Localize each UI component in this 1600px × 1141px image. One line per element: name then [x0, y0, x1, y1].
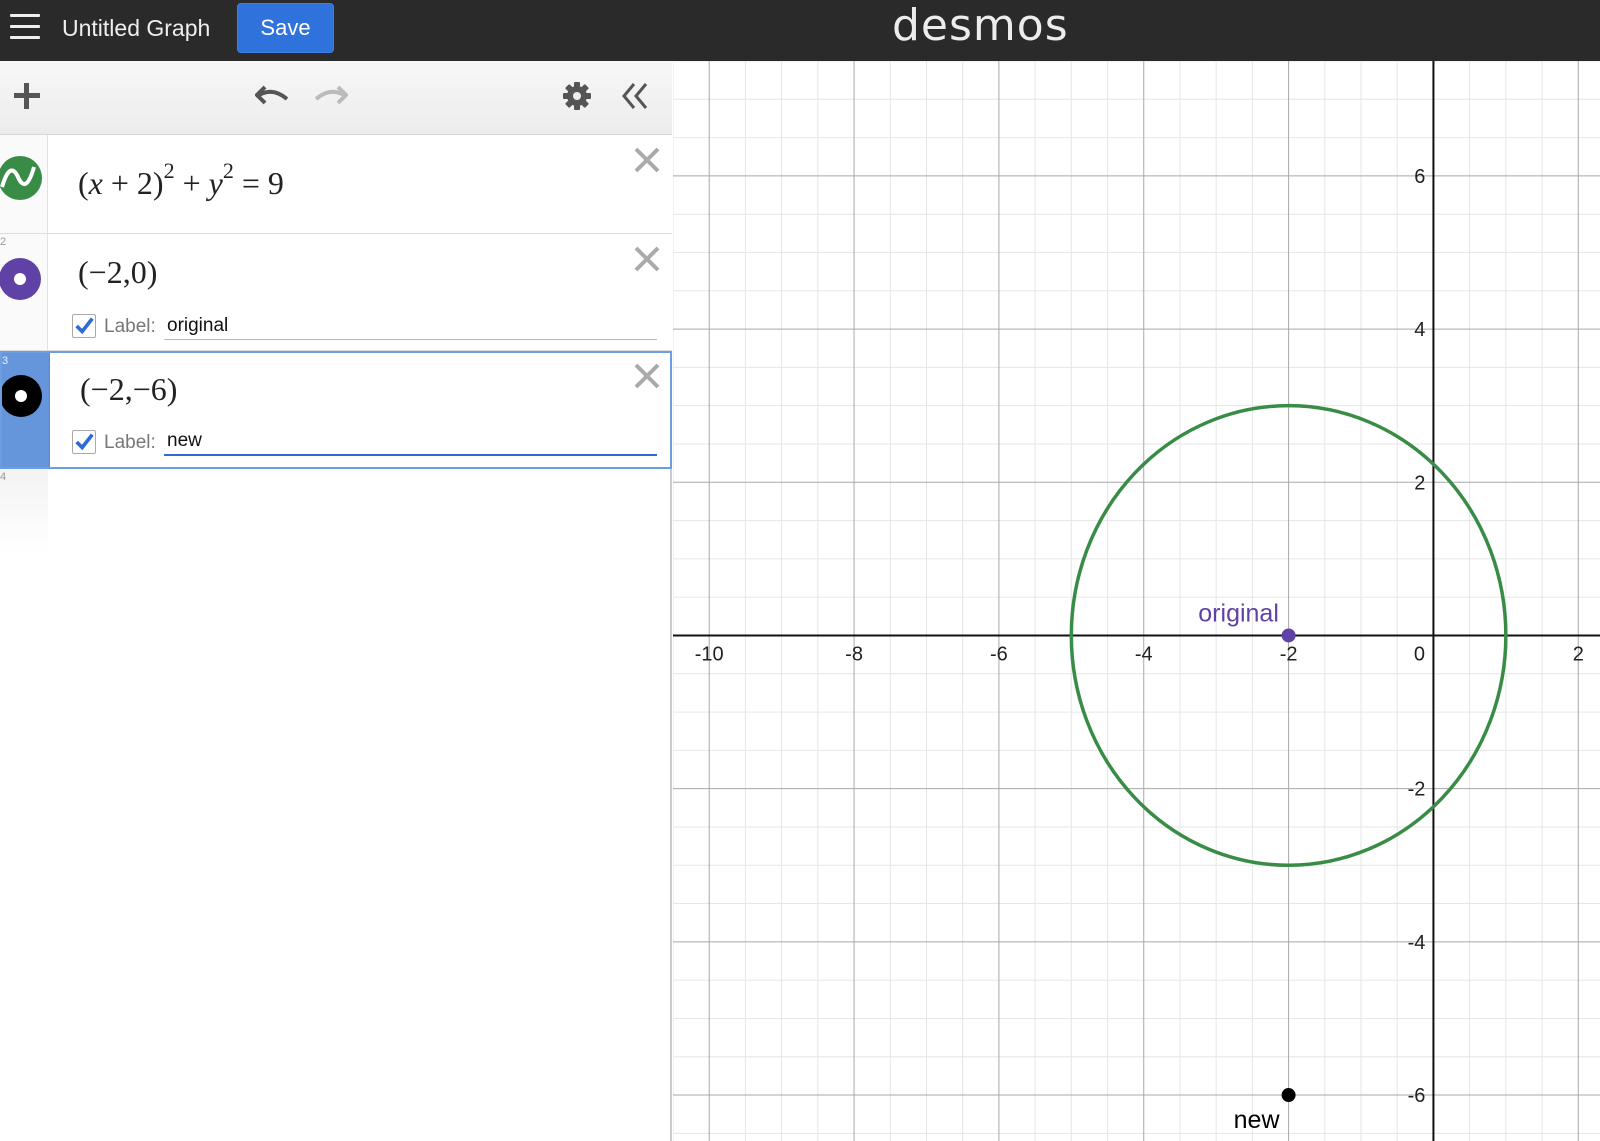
close-icon[interactable]: [632, 244, 662, 274]
expression-index: 4: [0, 471, 7, 483]
redo-icon[interactable]: [312, 81, 348, 111]
expression-index: 3: [2, 355, 9, 367]
graph-canvas[interactable]: -10 -8 -6 -4 -2 0 2 6 4 2 -2 -4 -6 original new: [673, 61, 1600, 1141]
expression-index: 2: [0, 236, 7, 248]
gear-icon[interactable]: [562, 81, 592, 111]
new-expression-gutter[interactable]: 4: [0, 469, 48, 555]
expression-math[interactable]: (−2,−6): [80, 371, 177, 408]
graph-wave-icon[interactable]: [0, 155, 42, 201]
close-icon[interactable]: [632, 145, 662, 175]
expression-panel: (x + 2)2 + y2 = 9 2 (−2,0) Label: 3: [0, 61, 672, 1141]
expression-math[interactable]: (x + 2)2 + y2 = 9: [78, 160, 284, 202]
x-tick-label: -4: [1135, 643, 1153, 665]
expression-gutter[interactable]: 2: [0, 234, 48, 350]
label-row: Label:: [72, 312, 657, 340]
y-tick-label: 6: [1414, 166, 1425, 188]
label-caption: Label:: [104, 432, 156, 453]
y-tick-label: -4: [1408, 932, 1426, 954]
minor-gridlines: [673, 61, 1600, 1141]
menu-icon[interactable]: [10, 14, 40, 40]
tick-labels: -10 -8 -6 -4 -2 0 2 6 4 2 -2 -4 -6: [695, 166, 1584, 1107]
label-caption: Label:: [104, 316, 156, 337]
graph-title[interactable]: Untitled Graph: [62, 15, 210, 42]
point-new: [1281, 1088, 1296, 1103]
desmos-logo: desmos: [892, 0, 1069, 51]
point-label-original: original: [1198, 599, 1279, 627]
label-input[interactable]: [164, 312, 657, 340]
point-original: [1281, 628, 1296, 643]
expression-gutter[interactable]: [0, 135, 48, 233]
double-chevron-left-icon[interactable]: [620, 81, 652, 111]
point-label-new: new: [1234, 1106, 1281, 1134]
x-tick-label: -6: [990, 643, 1008, 665]
x-tick-label: -10: [695, 643, 724, 665]
y-tick-label: -6: [1408, 1085, 1426, 1107]
label-checkbox[interactable]: [72, 430, 96, 454]
close-icon[interactable]: [632, 361, 662, 391]
label-input[interactable]: [164, 428, 657, 456]
x-tick-label: 0: [1414, 643, 1425, 665]
axes: [673, 61, 1600, 1141]
point-icon[interactable]: [0, 256, 42, 302]
plus-icon[interactable]: [12, 81, 42, 111]
expression-gutter[interactable]: 3: [2, 353, 50, 467]
y-tick-label: -2: [1408, 779, 1426, 801]
top-bar: Untitled Graph Save desmos: [0, 0, 1600, 61]
undo-icon[interactable]: [255, 81, 291, 111]
expression-item[interactable]: 2 (−2,0) Label:: [0, 234, 672, 351]
major-gridlines: [673, 61, 1600, 1141]
x-tick-label: -8: [845, 643, 863, 665]
y-tick-label: 2: [1414, 472, 1425, 494]
x-tick-label: 2: [1573, 643, 1584, 665]
save-button[interactable]: Save: [237, 3, 334, 53]
y-tick-label: 4: [1414, 319, 1425, 341]
expression-item[interactable]: (x + 2)2 + y2 = 9: [0, 135, 672, 234]
expression-item-selected[interactable]: 3 (−2,−6) Label:: [0, 351, 672, 469]
graph-paper[interactable]: -10 -8 -6 -4 -2 0 2 6 4 2 -2 -4 -6 original new: [673, 61, 1600, 1141]
point-icon[interactable]: [2, 373, 44, 419]
expression-toolbar: [0, 61, 672, 135]
label-row: Label:: [72, 428, 657, 456]
x-tick-label: -2: [1280, 643, 1298, 665]
expression-math[interactable]: (−2,0): [78, 254, 157, 291]
label-checkbox[interactable]: [72, 314, 96, 338]
